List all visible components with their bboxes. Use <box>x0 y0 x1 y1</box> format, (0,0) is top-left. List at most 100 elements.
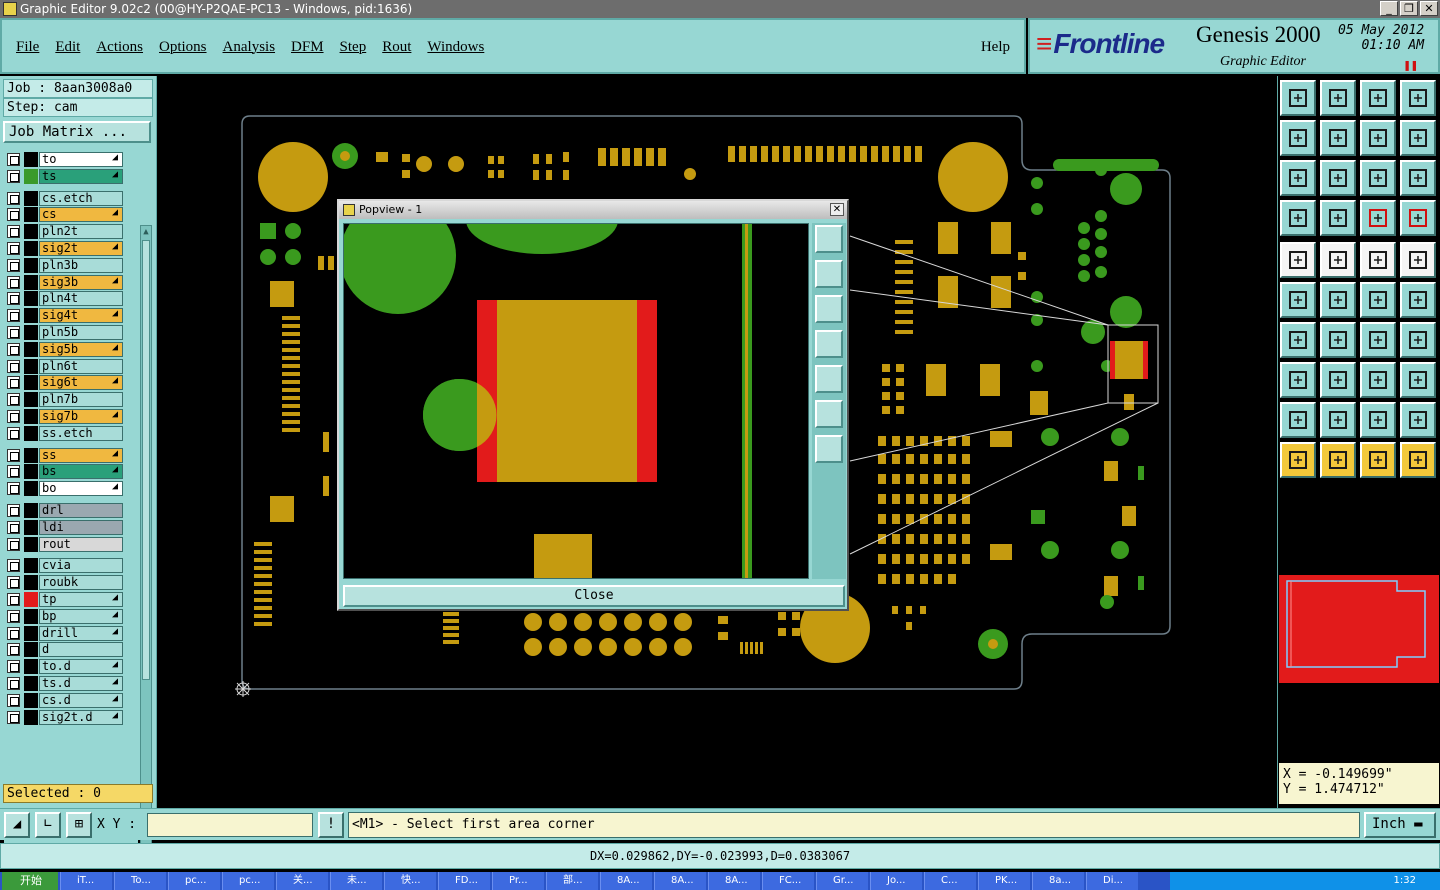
layer-color-swatch[interactable] <box>24 375 38 391</box>
popview-window[interactable]: Popview - 1 ✕ Close <box>337 199 849 611</box>
layer-checkbox[interactable] <box>7 520 20 534</box>
layer-name[interactable]: pln5b <box>39 325 123 340</box>
info-icon[interactable]: ! <box>318 812 344 838</box>
layer-name[interactable]: to.d <box>39 659 123 675</box>
snap-mode-icon[interactable]: ◢ <box>4 812 30 838</box>
center-view-icon[interactable] <box>1320 160 1356 196</box>
layer-row[interactable]: d <box>4 642 138 658</box>
layer-name[interactable]: tp <box>39 592 123 607</box>
layer-name[interactable]: sig5b <box>39 341 123 357</box>
restore-button[interactable]: ❐ <box>1400 1 1418 16</box>
layer-row[interactable]: rout <box>4 536 138 552</box>
layer-color-swatch[interactable] <box>24 558 38 574</box>
layer-checkbox[interactable] <box>7 326 20 339</box>
layer-checkbox[interactable] <box>7 376 20 390</box>
job-matrix-button[interactable]: Job Matrix ... <box>3 121 151 143</box>
pan-left-icon[interactable] <box>1280 120 1316 156</box>
layer-color-swatch[interactable] <box>24 447 38 463</box>
layer-checkbox[interactable] <box>7 677 20 690</box>
layer-arrow-icon[interactable]: ◢ <box>112 659 136 670</box>
xy-input[interactable] <box>147 813 313 837</box>
layer-arrow-icon[interactable]: ◢ <box>112 342 136 353</box>
fit-all-icon[interactable] <box>1280 160 1316 196</box>
layer-color-swatch[interactable] <box>24 425 38 441</box>
layer-checkbox[interactable] <box>7 393 20 407</box>
layer-name[interactable]: rout <box>39 536 123 552</box>
layer-name[interactable]: pln2t <box>39 224 123 240</box>
layer-color-swatch[interactable] <box>24 152 38 167</box>
layer-row[interactable]: drl <box>4 503 138 518</box>
layer-row[interactable]: pln7b <box>4 392 138 408</box>
grid-mode-icon[interactable]: ⊞ <box>66 812 92 838</box>
layer-row[interactable]: cs ◢ <box>4 207 138 223</box>
close-window-button[interactable]: ✕ <box>1420 1 1438 16</box>
layer-name[interactable]: pln3b <box>39 257 123 273</box>
layer-name[interactable]: drill <box>39 625 123 641</box>
slope-icon[interactable] <box>1320 322 1356 358</box>
layer-row[interactable]: ss.etch <box>4 425 138 441</box>
popview-zoom-in-icon[interactable] <box>815 400 843 428</box>
cut-icon[interactable] <box>1320 362 1356 398</box>
layer-row[interactable]: bo ◢ <box>4 481 138 497</box>
ruler-icon[interactable] <box>1360 242 1396 278</box>
taskbar-task[interactable]: 关... <box>276 872 328 890</box>
layer-color-swatch[interactable] <box>24 503 38 518</box>
measure-mode-icon[interactable]: ∟ <box>35 812 61 838</box>
taskbar-task[interactable]: 8A... <box>654 872 706 890</box>
popview-pan-up-icon[interactable] <box>815 260 843 288</box>
layer-checkbox[interactable] <box>7 537 20 551</box>
layer-color-swatch[interactable] <box>24 608 38 624</box>
layer-color-swatch[interactable] <box>24 207 38 223</box>
start-button[interactable]: 开始 <box>2 872 58 890</box>
layer-checkbox[interactable] <box>7 609 20 623</box>
layer-color-swatch[interactable] <box>24 592 38 607</box>
layer-name[interactable]: sig6t <box>39 375 123 391</box>
layer-arrow-icon[interactable]: ◢ <box>112 676 136 687</box>
group-icon[interactable] <box>1400 362 1436 398</box>
layer-name[interactable]: to <box>39 152 123 167</box>
layer-row[interactable]: bp ◢ <box>4 608 138 624</box>
triangle-tool-icon[interactable] <box>1280 402 1316 438</box>
taskbar-task[interactable]: 部... <box>546 872 598 890</box>
net-highlight-icon[interactable] <box>1400 200 1436 236</box>
layer-name[interactable]: ss.etch <box>39 425 123 441</box>
layer-row[interactable]: sig2t.d ◢ <box>4 709 138 725</box>
layer-color-swatch[interactable] <box>24 709 38 725</box>
layer-arrow-icon[interactable]: ◢ <box>112 275 136 286</box>
layer-checkbox[interactable] <box>7 410 20 423</box>
layer-checkbox[interactable] <box>7 504 20 517</box>
layer-name[interactable]: bs <box>39 464 123 480</box>
layer-row[interactable]: pln6t <box>4 358 138 374</box>
layer-color-swatch[interactable] <box>24 536 38 552</box>
popview-close-icon[interactable]: ✕ <box>830 203 844 216</box>
popview-pan-left-icon[interactable] <box>815 330 843 358</box>
layer-name[interactable]: cs.etch <box>39 190 123 206</box>
layer-color-swatch[interactable] <box>24 224 38 240</box>
layer-color-swatch[interactable] <box>24 291 38 307</box>
layer-arrow-icon[interactable]: ◢ <box>112 169 136 180</box>
taskbar-task[interactable]: 8A... <box>708 872 760 890</box>
probe-icon[interactable] <box>1320 200 1356 236</box>
pan-right-icon[interactable] <box>1320 120 1356 156</box>
select-pointer-icon[interactable] <box>1320 442 1356 478</box>
connect-icon[interactable] <box>1280 282 1316 318</box>
taskbar-task[interactable]: Jo... <box>870 872 922 890</box>
copy-icon[interactable] <box>1280 362 1316 398</box>
layer-checkbox[interactable] <box>7 448 20 462</box>
taskbar-task[interactable]: iT... <box>60 872 112 890</box>
layer-color-swatch[interactable] <box>24 519 38 535</box>
home-view-icon[interactable] <box>1280 80 1316 116</box>
layer-row[interactable]: ts ◢ <box>4 168 138 184</box>
layer-color-swatch[interactable] <box>24 659 38 675</box>
menu-step[interactable]: Step <box>340 39 367 56</box>
help-icon[interactable] <box>1400 160 1436 196</box>
layer-arrow-icon[interactable]: ◢ <box>112 308 136 319</box>
shape-c-icon[interactable] <box>1400 402 1436 438</box>
layer-row[interactable]: bs ◢ <box>4 464 138 480</box>
layer-checkbox[interactable] <box>7 153 20 166</box>
layer-name[interactable]: cvia <box>39 558 123 574</box>
layer-color-swatch[interactable] <box>24 168 38 184</box>
layer-checkbox[interactable] <box>7 242 20 255</box>
layer-color-swatch[interactable] <box>24 481 38 497</box>
pad-icon[interactable] <box>1400 242 1436 278</box>
